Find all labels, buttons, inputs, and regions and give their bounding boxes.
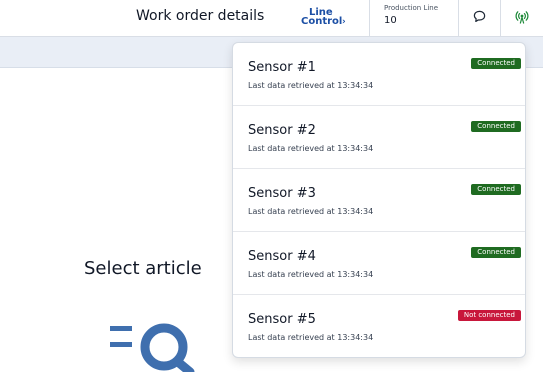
line-control-logo: Line Control › xyxy=(301,7,346,27)
chat-button[interactable] xyxy=(459,0,501,37)
top-header: Work order details Line Control › Produc… xyxy=(0,0,543,37)
sensor-last-retrieved: Last data retrieved at 13:34:34 xyxy=(248,81,374,90)
production-line-label: Production Line xyxy=(384,4,439,12)
chat-bubble-icon xyxy=(473,10,486,23)
status-badge: Connected xyxy=(471,121,521,132)
sensor-last-retrieved: Last data retrieved at 13:34:34 xyxy=(248,207,374,216)
status-badge: Connected xyxy=(471,247,521,258)
sensor-row[interactable]: Sensor #5 Last data retrieved at 13:34:3… xyxy=(233,295,525,358)
status-badge: Connected xyxy=(471,184,521,195)
production-line-selector[interactable]: Production Line 10 xyxy=(369,0,459,37)
production-line-value: 10 xyxy=(384,15,397,26)
sensor-row[interactable]: Sensor #4 Last data retrieved at 13:34:3… xyxy=(233,232,525,295)
sensor-name: Sensor #5 xyxy=(248,312,316,327)
sensor-last-retrieved: Last data retrieved at 13:34:34 xyxy=(248,144,374,153)
sensor-row[interactable]: Sensor #3 Last data retrieved at 13:34:3… xyxy=(233,169,525,232)
antenna-signal-icon xyxy=(515,11,529,24)
sensor-name: Sensor #3 xyxy=(248,186,316,201)
sensor-status-button[interactable] xyxy=(501,0,543,37)
status-badge: Not connected xyxy=(457,310,521,321)
sensor-status-panel: Sensor #1 Last data retrieved at 13:34:3… xyxy=(232,42,526,358)
select-article-title: Select article xyxy=(84,258,202,279)
sensor-row[interactable]: Sensor #2 Last data retrieved at 13:34:3… xyxy=(233,106,525,169)
sensor-row[interactable]: Sensor #1 Last data retrieved at 13:34:3… xyxy=(233,43,525,106)
sensor-last-retrieved: Last data retrieved at 13:34:34 xyxy=(248,333,374,342)
page-title: Work order details xyxy=(136,8,265,24)
sensor-name: Sensor #4 xyxy=(248,249,316,264)
sensor-name: Sensor #1 xyxy=(248,60,316,75)
search-list-icon xyxy=(110,323,195,372)
sensor-last-retrieved: Last data retrieved at 13:34:34 xyxy=(248,270,374,279)
status-badge: Connected xyxy=(471,58,521,69)
sensor-name: Sensor #2 xyxy=(248,123,316,138)
